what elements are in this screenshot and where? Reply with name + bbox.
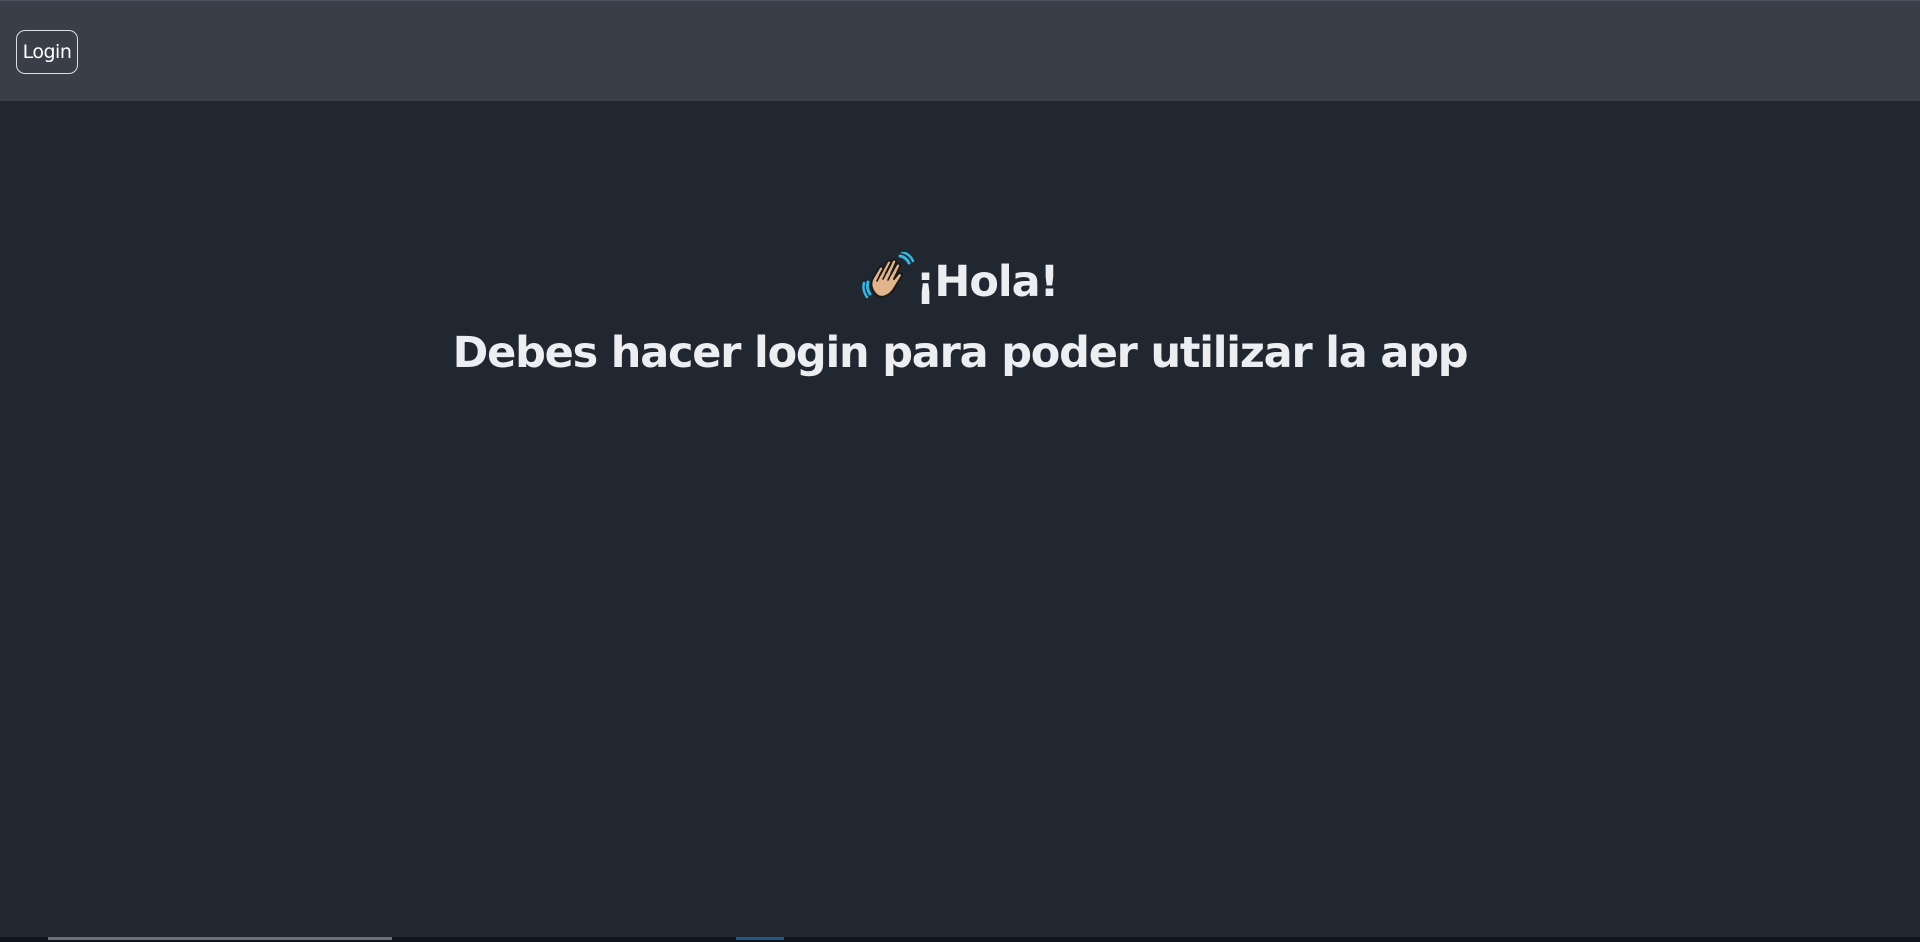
waving-hand-icon — [861, 250, 914, 304]
greeting-text: ¡Hola! — [915, 257, 1060, 307]
main-content: ¡Hola! Debes hacer login para poder util… — [0, 101, 1920, 937]
greeting-heading: ¡Hola! — [0, 250, 1920, 313]
horizontal-scrollbar-thumb[interactable] — [48, 937, 392, 940]
top-navbar: Login — [0, 0, 1920, 101]
login-button[interactable]: Login — [16, 30, 78, 74]
login-required-message: Debes hacer login para poder utilizar la… — [452, 328, 1469, 378]
bottom-edge — [0, 937, 1920, 942]
bottom-accent-mark — [736, 937, 784, 940]
